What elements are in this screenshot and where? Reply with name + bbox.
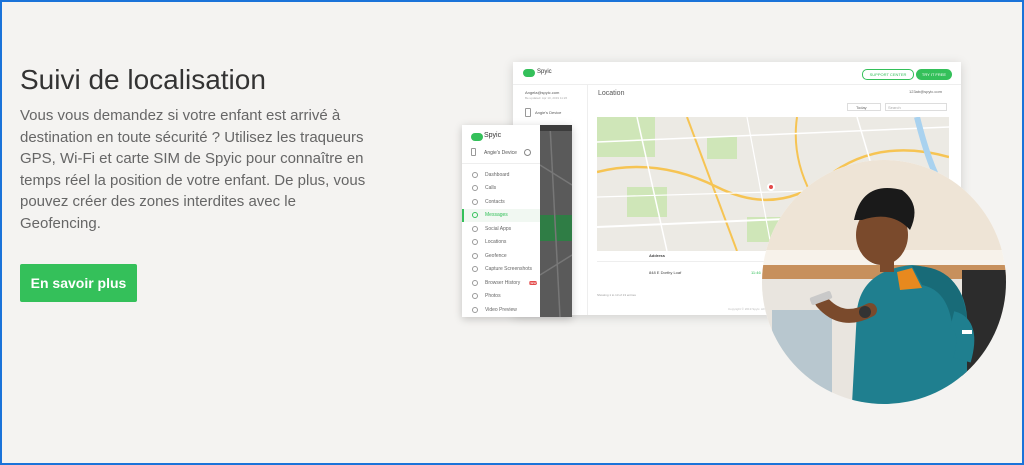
- menu-item-label: Locations: [485, 239, 507, 246]
- spyic-logo-icon: [471, 133, 483, 141]
- geofence-icon: [472, 252, 478, 259]
- device-icon: [525, 108, 531, 117]
- contacts-icon: [472, 198, 478, 205]
- account-email: Angela@spyic.com: [525, 90, 560, 95]
- menu-item-label: Messages: [485, 212, 508, 219]
- table-cell-address: 848 E Dorthy Loaf: [649, 270, 682, 275]
- feature-banner: Suivi de localisation Vous vous demandez…: [0, 0, 1024, 465]
- date-filter[interactable]: Today: [847, 103, 881, 111]
- last-updated: Be updated: Apr 10, 2019 11:26: [525, 96, 568, 100]
- menu-item-video-preview[interactable]: Video Preview: [462, 303, 540, 317]
- menu-item-photos[interactable]: Photos: [462, 290, 540, 304]
- phone-menu: Dashboard Calls Contacts Messages Social…: [462, 168, 540, 317]
- menu-item-messages[interactable]: Messages: [462, 208, 540, 222]
- menu-item-calls[interactable]: Calls: [462, 182, 540, 196]
- menu-item-locations[interactable]: Locations: [462, 236, 540, 250]
- phone-icon: [472, 185, 478, 192]
- menu-item-label: Browser History: [485, 279, 521, 286]
- address-column-header: Address: [649, 253, 666, 258]
- device-selector[interactable]: Angie's Device: [535, 110, 561, 115]
- table-cell-time: 11:46: [751, 270, 761, 275]
- menu-item-label: Contacts: [485, 198, 505, 205]
- search-input[interactable]: Search: [885, 103, 947, 111]
- dashboard-logo: Spyic: [537, 69, 552, 75]
- spyic-logo-icon: [523, 69, 535, 77]
- phone-map-graphic: [539, 125, 572, 317]
- device-icon: [471, 148, 476, 156]
- account-menu[interactable]: 123ab@spyic.com: [909, 89, 942, 94]
- menu-item-label: Social Apps: [485, 225, 512, 232]
- menu-item-social-apps[interactable]: Social Apps: [462, 222, 540, 236]
- phone-map-preview: [539, 125, 572, 317]
- phone-logo: Spyic: [484, 132, 502, 139]
- messages-icon: [472, 212, 478, 219]
- phone-header: Spyic Angie's Device: [462, 125, 540, 164]
- learn-more-button[interactable]: En savoir plus: [20, 264, 137, 302]
- settings-icon[interactable]: [524, 149, 531, 156]
- phone-screenshot: Spyic Angie's Device Dashboard Calls Con…: [462, 125, 572, 317]
- location-icon: [472, 239, 478, 246]
- menu-item-browser-history[interactable]: Browser History NEW: [462, 276, 540, 290]
- entries-count: Showing 1 to 13 of 13 entries: [597, 293, 636, 297]
- page-title: Location: [598, 90, 625, 97]
- video-icon: [472, 306, 478, 313]
- dashboard-icon: [472, 171, 478, 178]
- phone-device-label[interactable]: Angie's Device: [484, 150, 517, 156]
- menu-item-geofence[interactable]: Geofence: [462, 249, 540, 263]
- menu-item-label: Photos: [485, 293, 501, 300]
- camera-icon: [472, 266, 478, 273]
- feature-title: Suivi de localisation: [20, 64, 266, 95]
- new-badge: NEW: [529, 280, 537, 285]
- table-header: Address: [597, 251, 773, 262]
- social-icon: [472, 225, 478, 232]
- menu-item-dashboard[interactable]: Dashboard: [462, 168, 540, 182]
- menu-item-label: Video Preview: [485, 306, 517, 313]
- history-icon: [472, 279, 478, 286]
- menu-item-label: Dashboard: [485, 171, 510, 178]
- person-photo: [762, 160, 1006, 404]
- phone-status-bar: [540, 125, 572, 131]
- menu-item-label: Calls: [485, 185, 497, 192]
- menu-item-capture-screenshots[interactable]: Capture Screenshots: [462, 263, 540, 277]
- person-illustration: [762, 160, 1006, 404]
- menu-item-label: Geofence: [485, 252, 507, 259]
- menu-item-label: Capture Screenshots: [485, 266, 532, 273]
- feature-description: Vous vous demandez si votre enfant est a…: [20, 107, 366, 232]
- photo-icon: [472, 293, 478, 300]
- menu-item-contacts[interactable]: Contacts: [462, 195, 540, 209]
- location-pin-icon[interactable]: [767, 183, 775, 191]
- support-center-button[interactable]: SUPPORT CENTER: [862, 69, 914, 80]
- dashboard-header: Spyic SUPPORT CENTER TRY IT FREE: [513, 62, 961, 85]
- try-free-button[interactable]: TRY IT FREE: [916, 69, 952, 80]
